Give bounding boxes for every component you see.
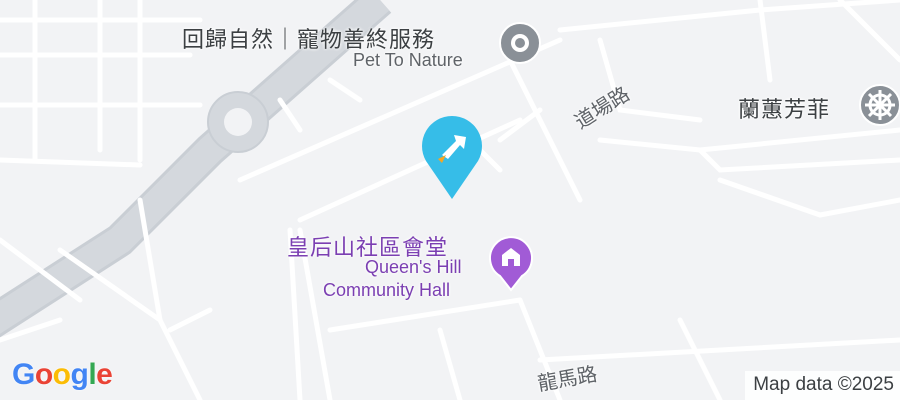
- logo-letter: g: [70, 358, 89, 391]
- pin-icon[interactable]: [497, 20, 543, 66]
- map-canvas[interactable]: 回歸自然｜寵物善終服務 Pet To Nature 蘭蕙芳菲 道場路 龍馬路 皇…: [0, 0, 900, 400]
- community-hall-icon[interactable]: [488, 236, 534, 292]
- logo-letter: l: [88, 358, 97, 391]
- poi-queens-hill-name-en-2[interactable]: Community Hall: [323, 280, 450, 301]
- logo-letter: o: [34, 358, 53, 391]
- poi-queens-hill-name-en-1[interactable]: Queen's Hill: [365, 257, 461, 278]
- dharma-wheel-icon[interactable]: [857, 82, 900, 128]
- poi-lan-hui-name[interactable]: 蘭蕙芳菲: [738, 92, 830, 124]
- logo-letter: G: [12, 358, 35, 391]
- logo-letter: e: [96, 358, 113, 391]
- logo-letter: o: [52, 358, 71, 391]
- map-attribution[interactable]: Map data ©2025: [745, 371, 900, 400]
- google-logo: Google: [12, 358, 113, 392]
- directions-marker-icon[interactable]: [420, 115, 484, 201]
- poi-pet-to-nature-name-en[interactable]: Pet To Nature: [353, 50, 463, 71]
